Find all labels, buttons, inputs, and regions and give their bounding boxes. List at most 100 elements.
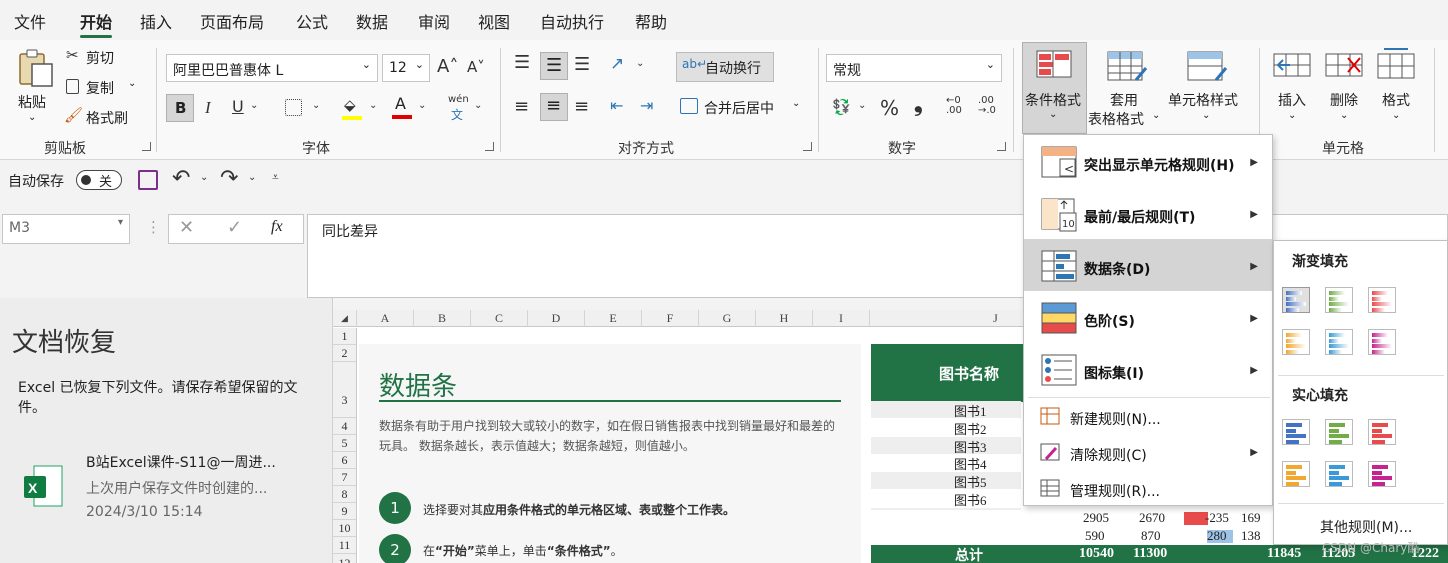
font-color-button[interactable]: A xyxy=(390,94,416,122)
select-all-corner[interactable]: ◢ xyxy=(333,310,357,327)
cell-styles-button[interactable]: 单元格样式 ⌄ xyxy=(1166,44,1246,132)
solid-data-bar-option[interactable] xyxy=(1282,461,1310,487)
insert-cells-button[interactable]: 插入 ⌄ xyxy=(1268,44,1318,132)
tab-home[interactable]: 开始 xyxy=(80,9,113,38)
increase-decimal-icon[interactable]: ←0.00 xyxy=(946,96,962,116)
more-rules-link[interactable]: 其他规则(M)... xyxy=(1320,517,1412,537)
orientation-icon[interactable]: ↗ xyxy=(610,54,624,74)
name-box[interactable]: M3 ▾ xyxy=(2,214,130,244)
chevron-down-icon[interactable]: ⌄ xyxy=(858,100,866,111)
gradient-data-bar-option[interactable] xyxy=(1368,287,1396,313)
italic-button[interactable]: I xyxy=(205,98,211,118)
number-launcher-icon[interactable] xyxy=(997,142,1006,151)
tab-insert[interactable]: 插入 xyxy=(140,9,172,33)
enter-icon[interactable]: ✓ xyxy=(227,217,242,238)
format-cells-button[interactable]: 格式 ⌄ xyxy=(1372,44,1422,132)
gradient-data-bar-option[interactable] xyxy=(1282,329,1310,355)
row-header[interactable]: 4 xyxy=(333,418,357,435)
wrap-text-button[interactable]: ab↵ 自动换行 xyxy=(676,52,774,82)
fill-color-button[interactable]: ⬙ xyxy=(340,96,366,122)
cancel-icon[interactable]: ✕ xyxy=(179,217,194,238)
chevron-down-icon[interactable]: ⌄ xyxy=(474,100,482,111)
column-header[interactable]: C xyxy=(471,310,528,327)
solid-data-bar-option[interactable] xyxy=(1325,461,1353,487)
chevron-down-icon[interactable]: ⌄ xyxy=(636,58,644,69)
align-top-icon[interactable]: ☰ xyxy=(514,52,530,73)
border-icon[interactable] xyxy=(285,99,302,116)
number-format-select[interactable]: 常规 ⌄ xyxy=(826,54,1002,82)
row-header[interactable]: 3 xyxy=(333,362,357,418)
percent-button[interactable]: % xyxy=(880,96,899,120)
undo-icon[interactable]: ↶ xyxy=(172,166,190,191)
paste-button[interactable]: 粘贴 ⌄ xyxy=(14,46,58,126)
align-middle-button[interactable]: ☰ xyxy=(540,52,568,80)
column-header[interactable]: F xyxy=(642,310,699,327)
column-header[interactable]: H xyxy=(756,310,813,327)
conditional-formatting-button[interactable]: 条件格式 ⌄ xyxy=(1022,42,1087,134)
copy-button[interactable]: 复制 ⌄ xyxy=(64,76,144,98)
solid-data-bar-option[interactable] xyxy=(1282,419,1310,445)
column-header[interactable]: E xyxy=(585,310,642,327)
tab-page-layout[interactable]: 页面布局 xyxy=(200,9,264,33)
menu-item-clear-rules[interactable]: 清除规则(C) ▶ xyxy=(1024,435,1272,471)
decrease-decimal-icon[interactable]: .00 →.0 xyxy=(978,96,996,116)
chevron-down-icon[interactable]: ⌄ xyxy=(200,172,208,183)
chevron-down-icon[interactable]: ⌄ xyxy=(250,100,258,111)
font-launcher-icon[interactable] xyxy=(485,142,494,151)
column-header[interactable]: A xyxy=(357,310,414,327)
column-header[interactable]: I xyxy=(813,310,870,327)
increase-indent-icon[interactable]: ⇥ xyxy=(640,96,653,115)
align-left-icon[interactable]: ≡ xyxy=(514,96,529,117)
clipboard-launcher-icon[interactable] xyxy=(142,142,151,151)
gradient-data-bar-option[interactable] xyxy=(1325,329,1353,355)
save-icon[interactable] xyxy=(138,170,158,190)
bold-button[interactable]: B xyxy=(166,94,194,122)
row-header[interactable]: 11 xyxy=(333,537,357,554)
insert-function-button[interactable]: fx xyxy=(271,218,283,236)
cut-button[interactable]: ✂ 剪切 xyxy=(64,46,144,68)
row-header[interactable]: 10 xyxy=(333,520,357,537)
gradient-data-bar-option[interactable] xyxy=(1368,329,1396,355)
format-painter-button[interactable]: 🖌 格式刷 xyxy=(64,106,144,128)
menu-item-manage-rules[interactable]: 管理规则(R)... xyxy=(1024,471,1272,507)
row-header[interactable]: 2 xyxy=(333,345,357,362)
row-header[interactable]: 5 xyxy=(333,435,357,452)
underline-button[interactable]: U xyxy=(232,97,244,116)
tab-review[interactable]: 审阅 xyxy=(418,9,450,33)
customize-qat-icon[interactable]: ⩡ xyxy=(272,170,279,185)
menu-item-highlight-rules[interactable]: < 突出显示单元格规则(H) ▶ xyxy=(1024,135,1272,187)
row-header[interactable]: 8 xyxy=(333,486,357,503)
chevron-down-icon[interactable]: ⌄ xyxy=(369,100,377,111)
autosave-toggle[interactable]: 关 xyxy=(76,170,122,190)
decrease-font-icon[interactable]: A˅ xyxy=(467,58,485,76)
menu-item-top-bottom-rules[interactable]: 10 最前/最后规则(T) ▶ xyxy=(1024,187,1272,239)
gradient-data-bar-option[interactable] xyxy=(1325,287,1353,313)
solid-data-bar-option[interactable] xyxy=(1368,461,1396,487)
tab-automate[interactable]: 自动执行 xyxy=(540,9,604,33)
alignment-launcher-icon[interactable] xyxy=(803,142,812,151)
font-size-select[interactable]: 12 ⌄ xyxy=(382,54,430,82)
menu-item-data-bars[interactable]: 数据条(D) ▶ xyxy=(1024,239,1272,291)
increase-font-icon[interactable]: A˄ xyxy=(437,56,458,77)
align-center-button[interactable]: ≡ xyxy=(540,93,568,121)
row-header[interactable]: 9 xyxy=(333,503,357,520)
chevron-down-icon[interactable]: ⌄ xyxy=(248,172,256,183)
delete-cells-button[interactable]: 删除 ⌄ xyxy=(1320,44,1370,132)
align-right-icon[interactable]: ≡ xyxy=(574,96,589,117)
tab-file[interactable]: 文件 xyxy=(14,9,46,33)
tab-help[interactable]: 帮助 xyxy=(635,9,667,33)
row-header[interactable]: 7 xyxy=(333,469,357,486)
merge-center-button[interactable]: 合并后居中 ⌄ xyxy=(678,94,808,122)
menu-item-new-rule[interactable]: 新建规则(N)... xyxy=(1024,399,1272,435)
gradient-data-bar-option[interactable] xyxy=(1282,287,1310,313)
menu-item-color-scales[interactable]: 色阶(S) ▶ xyxy=(1024,291,1272,343)
phonetic-button[interactable]: wén 文 xyxy=(446,94,472,124)
comma-button[interactable]: ❟ xyxy=(914,92,923,117)
decrease-indent-icon[interactable]: ⇤ xyxy=(610,96,623,115)
chevron-down-icon[interactable]: ⌄ xyxy=(312,100,320,111)
row-header[interactable]: 6 xyxy=(333,452,357,469)
font-name-select[interactable]: 阿里巴巴普惠体 L ⌄ xyxy=(166,54,378,82)
align-bottom-icon[interactable]: ☰ xyxy=(574,54,590,75)
row-header[interactable]: 1 xyxy=(333,328,357,345)
chevron-down-icon[interactable]: ⌄ xyxy=(418,100,426,111)
